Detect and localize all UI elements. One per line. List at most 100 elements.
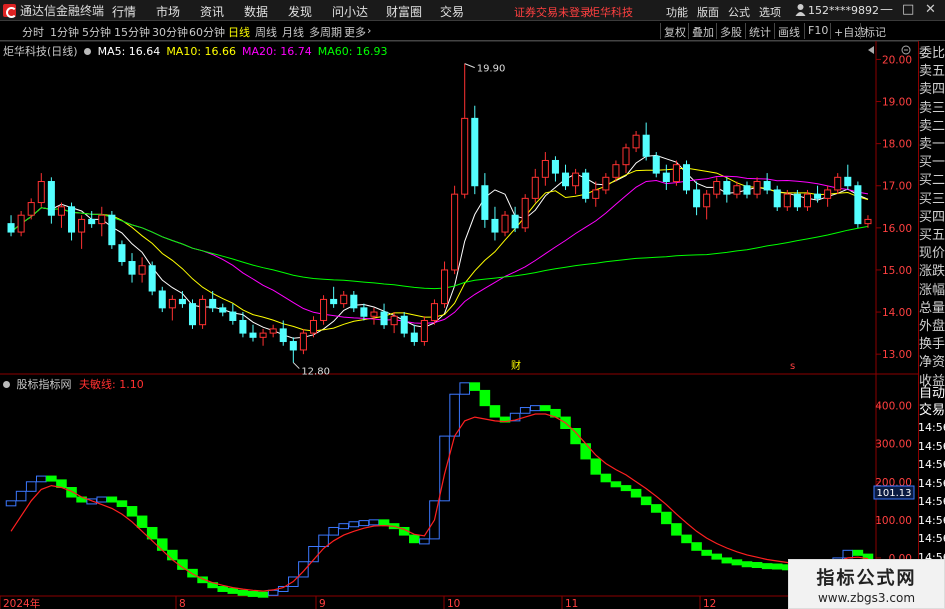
period-tab[interactable]: 分时 <box>22 24 44 40</box>
menu-item[interactable]: 交易 <box>440 3 464 20</box>
candle-body <box>7 223 15 233</box>
candle <box>158 286 166 313</box>
side-panel-item[interactable]: 外盘 <box>919 318 945 336</box>
menu-item[interactable]: 问小达 <box>332 3 368 20</box>
chart-tool-button[interactable]: 画线 <box>778 24 800 40</box>
side-panel-item[interactable]: 自动 <box>919 385 945 403</box>
period-tab[interactable]: 15分钟 <box>114 24 150 40</box>
candle-body <box>320 298 328 321</box>
side-panel-item[interactable]: 委比 <box>919 45 945 63</box>
side-panel-item[interactable]: 净资 <box>919 354 945 372</box>
menu-item[interactable]: 行情 <box>112 3 136 20</box>
side-panel-item[interactable]: 总量 <box>919 300 945 318</box>
app-logo-icon <box>3 3 17 18</box>
time-axis-label: 8 <box>179 598 186 609</box>
menu-item[interactable]: 选项 <box>759 4 781 20</box>
chart-tool-button[interactable]: F10 <box>808 24 828 37</box>
kline-chart[interactable]: 20.00 19.00 18.00 17.00 16.00 15.00 14.00 13.00… <box>0 41 918 609</box>
minimize-icon[interactable]: — <box>880 2 893 17</box>
candle-body <box>390 315 398 326</box>
candle-body <box>98 214 106 225</box>
indicator-axis-label: 400.00 <box>875 401 912 413</box>
account-label[interactable]: 152****9892 <box>808 4 879 17</box>
indicator-bar <box>358 520 370 527</box>
chart-tool-button[interactable]: 叠加 <box>692 24 714 40</box>
candle-body <box>531 176 539 199</box>
period-tab[interactable]: 月线 <box>282 24 304 40</box>
chart-options-icons[interactable] <box>866 44 916 56</box>
candle-body <box>672 164 680 183</box>
candle-body <box>753 181 761 195</box>
chart-tool-button[interactable]: 标记 <box>864 24 886 40</box>
menu-item[interactable]: 发现 <box>288 3 312 20</box>
candle-body <box>430 303 438 321</box>
candle <box>723 177 731 203</box>
candle-body <box>340 294 348 305</box>
candle <box>582 168 590 203</box>
settings-icon[interactable] <box>84 48 92 55</box>
candle <box>773 185 781 211</box>
side-panel-item[interactable]: 涨跌 <box>919 263 945 281</box>
candle-body <box>854 185 862 225</box>
candle <box>178 291 186 308</box>
indicator-name[interactable]: 股标指标网 <box>17 378 72 391</box>
indicator-bar <box>348 521 360 528</box>
indicator-bar <box>46 475 57 482</box>
menu-item[interactable]: 资讯 <box>200 3 224 20</box>
period-tab[interactable]: 5分钟 <box>82 24 111 40</box>
side-panel-item[interactable]: 涨幅 <box>919 282 945 300</box>
chart-tool-button[interactable]: 统计 <box>749 24 771 40</box>
more-chevron-icon[interactable]: › <box>367 24 371 37</box>
maximize-icon[interactable]: □ <box>902 2 914 17</box>
period-tab[interactable]: 日线 <box>228 24 250 40</box>
side-panel-item[interactable]: 卖五 <box>919 63 945 81</box>
candle <box>834 173 842 195</box>
side-panel-item[interactable]: 买一 <box>919 154 945 172</box>
time-axis-label: 11 <box>565 598 578 609</box>
indicator-bar <box>479 389 491 407</box>
period-tab[interactable]: 1分钟 <box>50 24 79 40</box>
side-panel-item[interactable]: 卖四 <box>919 81 945 99</box>
time-axis-label: 2024年 <box>3 597 40 609</box>
menu-item[interactable]: 功能 <box>666 4 688 20</box>
user-icon[interactable] <box>795 3 806 16</box>
side-panel-item[interactable]: 卖三 <box>919 100 945 118</box>
candle-body <box>138 265 146 275</box>
chart-tool-button[interactable]: 多股 <box>720 24 742 40</box>
trade-login-status[interactable]: 证券交易未登录 <box>514 4 591 20</box>
menu-item[interactable]: 数据 <box>244 3 268 20</box>
chart-tool-button[interactable]: 复权 <box>664 24 686 40</box>
price-axis-label: 20.00 <box>882 54 912 66</box>
indicator-bar <box>529 405 541 412</box>
menu-item[interactable]: 财富圈 <box>386 3 422 20</box>
side-panel-item[interactable]: 卖一 <box>919 136 945 154</box>
menu-item[interactable]: 版面 <box>697 4 719 20</box>
period-tab[interactable]: 多周期 <box>309 24 342 40</box>
candle <box>572 168 580 195</box>
side-panel-item[interactable]: 买五 <box>919 227 945 245</box>
side-panel-item[interactable]: 买三 <box>919 191 945 209</box>
candle-body <box>451 193 459 271</box>
candle <box>128 253 136 283</box>
side-panel-item[interactable]: 买四 <box>919 209 945 227</box>
menu-item[interactable]: 公式 <box>728 4 750 20</box>
side-panel-item[interactable]: 卖二 <box>919 118 945 136</box>
side-panel-item[interactable]: 换手 <box>919 336 945 354</box>
ma60-line <box>10 207 869 290</box>
side-panel-item[interactable]: 交易 <box>919 402 945 420</box>
indicator-line-value: 夫敏线: 1.10 <box>79 378 144 391</box>
period-tab[interactable]: 30分钟 <box>152 24 188 40</box>
period-tab[interactable]: 周线 <box>255 24 277 40</box>
menu-item[interactable]: 市场 <box>156 3 180 20</box>
candle-body <box>68 206 76 233</box>
tool-separator <box>660 23 661 39</box>
settings-icon[interactable] <box>3 381 10 388</box>
side-panel-item[interactable]: 现价 <box>919 245 945 263</box>
candle-body <box>279 328 287 343</box>
period-tab[interactable]: 更多 <box>344 24 366 40</box>
indicator-bar <box>761 563 773 570</box>
period-tab[interactable]: 60分钟 <box>189 24 225 40</box>
side-panel-item[interactable]: 买二 <box>919 172 945 190</box>
close-icon[interactable]: ✕ <box>925 2 936 17</box>
candle <box>420 316 428 346</box>
